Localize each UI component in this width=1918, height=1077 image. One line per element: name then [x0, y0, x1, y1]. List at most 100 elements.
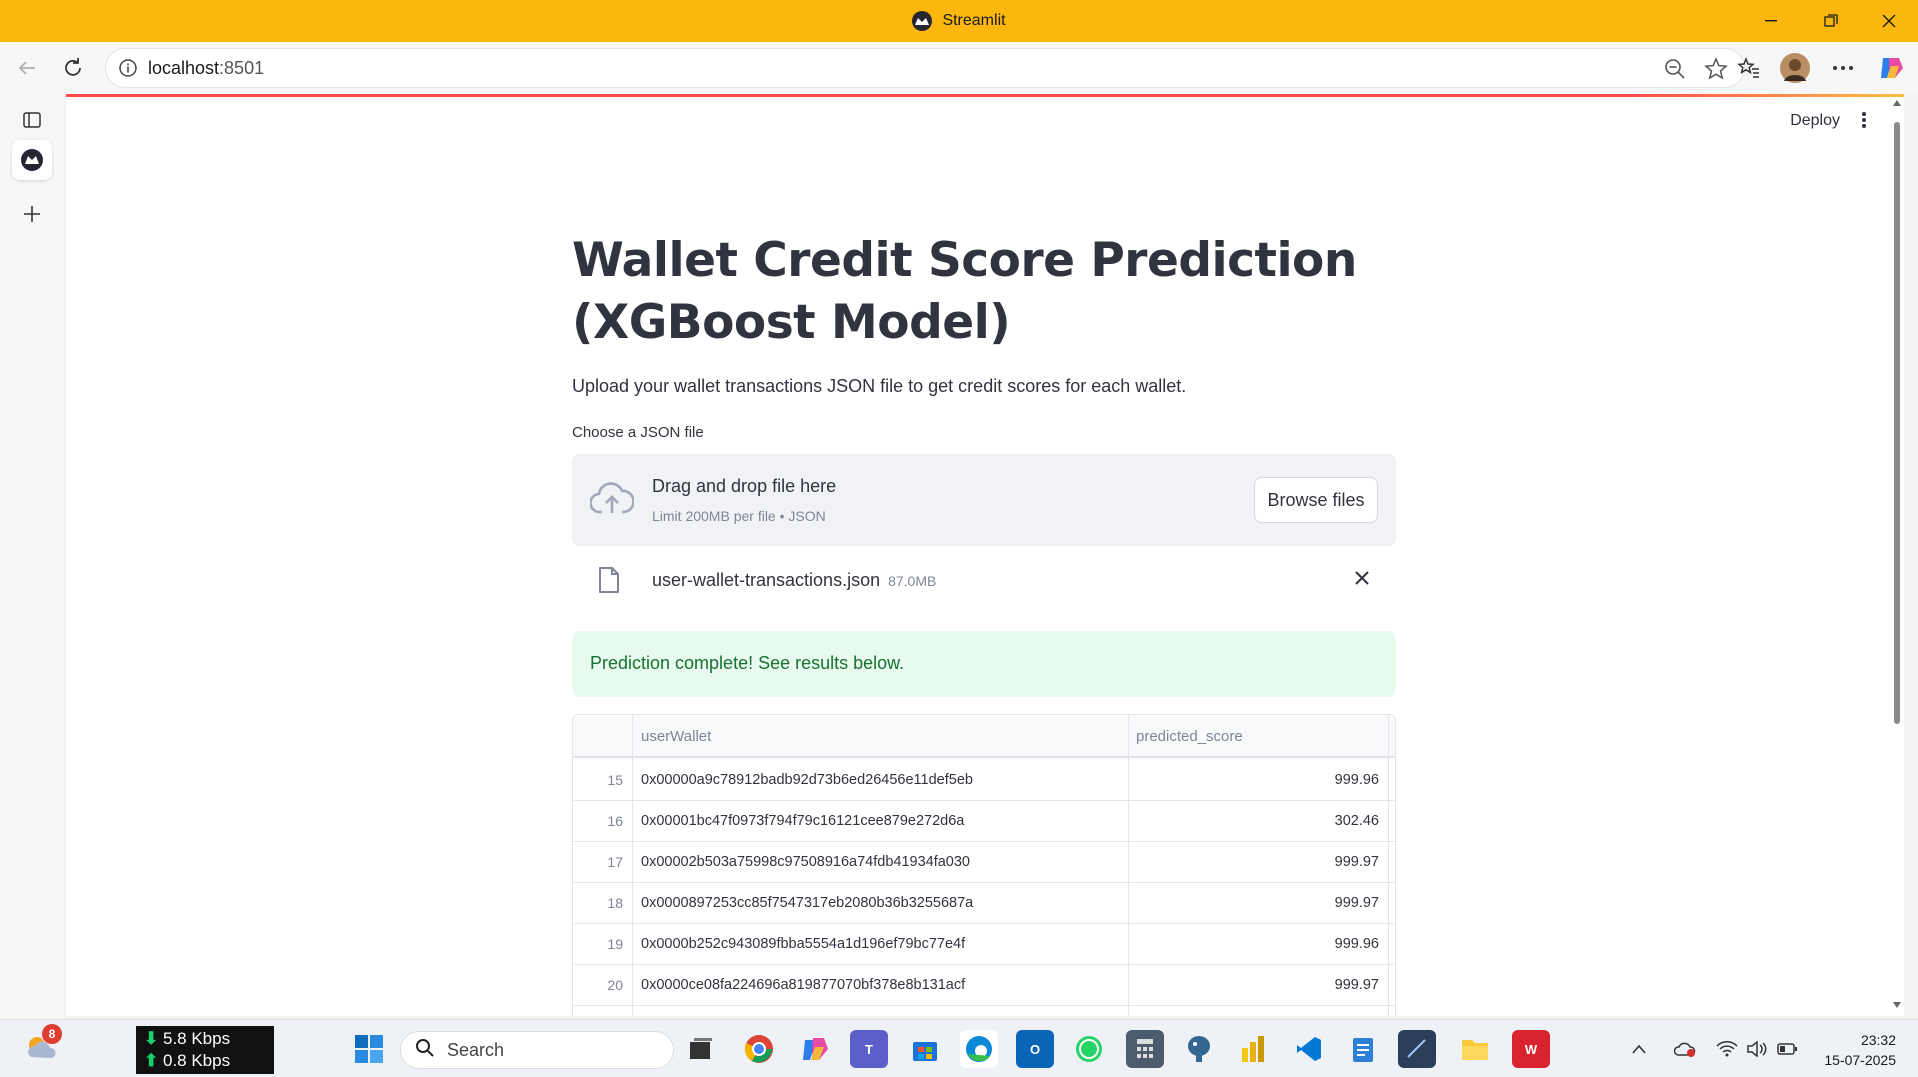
browser-toolbar: localhost:8501	[0, 42, 1918, 94]
file-icon	[598, 566, 620, 599]
windows-taskbar: 8 ⬇ 5.8 Kbps ⬆ 0.8 Kbps Search T O W 23:…	[0, 1019, 1918, 1077]
clock-date: 15-07-2025	[1824, 1052, 1896, 1068]
edge-icon[interactable]	[960, 1030, 998, 1068]
uploaded-file: user-wallet-transactions.json 87.0MB	[572, 552, 1396, 606]
network-speed-monitor: ⬇ 5.8 Kbps ⬆ 0.8 Kbps	[136, 1026, 274, 1074]
address-bar[interactable]: localhost:8501	[105, 48, 1745, 88]
vscode-icon[interactable]	[1290, 1030, 1328, 1068]
row-index: 17	[607, 854, 623, 870]
cell-user-wallet[interactable]: 0x0000b252c943089fbba5554a1d196ef79bc77e…	[641, 936, 965, 952]
table-right-edge	[1388, 715, 1389, 1016]
table-row[interactable]: 20 0x0000ce08fa224696a819877070bf378e8b13…	[573, 965, 1395, 1006]
wps-office-icon[interactable]: W	[1512, 1030, 1550, 1068]
cell-predicted-score[interactable]: 999.97	[1335, 895, 1379, 911]
back-button[interactable]	[10, 51, 44, 85]
cell-predicted-score[interactable]: 999.97	[1335, 977, 1379, 993]
clock-time: 23:32	[1860, 1032, 1896, 1048]
url-host: localhost	[148, 57, 220, 78]
page-scrollbar[interactable]	[1890, 94, 1904, 1016]
profile-avatar[interactable]	[1778, 51, 1812, 85]
table-row[interactable]: 19 0x0000b252c943089fbba5554a1d196ef79bc7…	[573, 924, 1395, 965]
cell-user-wallet[interactable]: 0x00002b503a75998c97508916a74fdb41934fa0…	[641, 854, 970, 870]
weather-badge: 8	[42, 1024, 62, 1044]
remove-file-icon[interactable]	[1350, 566, 1374, 590]
close-window-button[interactable]	[1866, 0, 1912, 42]
teams-icon[interactable]: T	[850, 1030, 888, 1068]
table-row[interactable]: 15 0x00000a9c78912badb92d73b6ed26456e11de…	[573, 760, 1395, 801]
column-header-predicted-score[interactable]: predicted_score	[1136, 728, 1243, 745]
index-column-divider	[632, 715, 633, 1016]
favorites-icon[interactable]	[1732, 51, 1766, 85]
site-info-icon[interactable]	[118, 58, 138, 83]
copilot-taskbar-icon[interactable]	[796, 1030, 834, 1068]
show-hidden-icons[interactable]	[1626, 1030, 1652, 1068]
table-row[interactable]: 18 0x0000897253cc85f7547317eb2080b36b3255…	[573, 883, 1395, 924]
postgres-icon[interactable]	[1180, 1030, 1218, 1068]
taskbar-search[interactable]: Search	[400, 1031, 674, 1069]
whatsapp-icon[interactable]	[1070, 1030, 1108, 1068]
deploy-button[interactable]: Deploy	[1790, 112, 1840, 130]
onedrive-status-icon[interactable]	[1672, 1030, 1698, 1068]
cell-user-wallet[interactable]: 0x0000897253cc85f7547317eb2080b36b325568…	[641, 895, 973, 911]
cell-user-wallet[interactable]: 0x00001bc47f0973f794f79c16121cee879e272d…	[641, 813, 964, 829]
minimize-button[interactable]	[1748, 0, 1794, 42]
battery-icon[interactable]	[1774, 1030, 1800, 1068]
restore-button[interactable]	[1808, 0, 1854, 42]
notepad-icon[interactable]	[1344, 1030, 1382, 1068]
volume-icon[interactable]	[1744, 1030, 1770, 1068]
file-dropzone[interactable]: Drag and drop file here Limit 200MB per …	[572, 454, 1396, 546]
system-clock[interactable]: 23:32 15-07-2025	[1824, 1030, 1896, 1070]
page-subtitle: Upload your wallet transactions JSON fil…	[572, 376, 1187, 396]
dropzone-limit: Limit 200MB per file • JSON	[652, 508, 826, 524]
store-icon[interactable]	[906, 1030, 944, 1068]
cell-predicted-score[interactable]: 999.96	[1335, 936, 1379, 952]
tab-actions-icon[interactable]	[12, 100, 52, 140]
zoom-icon[interactable]	[1664, 58, 1686, 85]
more-menu-icon[interactable]	[1826, 51, 1860, 85]
cell-user-wallet[interactable]: 0x0000ce08fa224696a819877070bf378e8b131a…	[641, 977, 965, 993]
task-view-icon[interactable]	[682, 1030, 720, 1068]
success-alert: Prediction complete! See results below.	[572, 631, 1396, 697]
favorite-star-icon[interactable]	[1704, 57, 1728, 86]
cell-user-wallet[interactable]: 0x00000a9c78912badb92d73b6ed26456e11def5…	[641, 772, 973, 788]
power-bi-icon[interactable]	[1234, 1030, 1272, 1068]
refresh-button[interactable]	[56, 51, 90, 85]
browser-sidebar	[0, 94, 64, 1019]
file-explorer-icon[interactable]	[1456, 1030, 1494, 1068]
streamlit-logo-icon	[912, 11, 933, 31]
dropzone-instructions: Drag and drop file here	[652, 476, 837, 496]
running-indicator	[66, 94, 1904, 97]
weather-widget-icon[interactable]: 8	[22, 1024, 62, 1066]
new-tab-icon[interactable]	[12, 194, 52, 234]
outlook-icon[interactable]: O	[1016, 1030, 1054, 1068]
chrome-icon[interactable]	[740, 1030, 778, 1068]
window-title-text: Streamlit	[942, 12, 1006, 29]
cell-predicted-score[interactable]: 999.96	[1335, 772, 1379, 788]
url-text: localhost:8501	[148, 58, 264, 79]
column-header-userWallet[interactable]: userWallet	[641, 728, 711, 745]
search-placeholder: Search	[447, 1039, 505, 1060]
table-row[interactable]: 16 0x00001bc47f0973f794f79c16121cee879e27…	[573, 801, 1395, 842]
success-message: Prediction complete! See results below.	[590, 653, 905, 673]
page-title: Wallet Credit Score Prediction (XGBoost …	[572, 233, 1357, 350]
cloud-upload-icon	[589, 482, 635, 521]
start-button-icon[interactable]	[350, 1030, 388, 1068]
wifi-icon[interactable]	[1714, 1030, 1740, 1068]
window-title: Streamlit	[912, 11, 1006, 31]
main-menu-icon[interactable]	[1854, 108, 1874, 132]
calculator-icon[interactable]	[1126, 1030, 1164, 1068]
copilot-icon[interactable]	[1874, 51, 1908, 85]
row-index: 20	[607, 977, 623, 993]
table-row[interactable]: 17 0x00002b503a75998c97508916a74fdb41934f…	[573, 842, 1395, 883]
row-index: 18	[607, 895, 623, 911]
terminal-app-icon[interactable]	[1398, 1030, 1436, 1068]
net-down: 5.8 Kbps	[162, 1029, 231, 1048]
net-up: 0.8 Kbps	[162, 1051, 231, 1070]
cell-predicted-score[interactable]: 999.97	[1335, 854, 1379, 870]
scrollbar-thumb[interactable]	[1894, 122, 1900, 724]
file-uploader-label: Choose a JSON file	[572, 424, 704, 441]
cell-predicted-score[interactable]: 302.46	[1335, 813, 1379, 829]
browse-files-button[interactable]: Browse files	[1254, 477, 1378, 523]
results-table[interactable]: userWallet predicted_score 15 0x00000a9c7…	[572, 714, 1396, 1016]
tab-streamlit[interactable]	[12, 140, 52, 180]
